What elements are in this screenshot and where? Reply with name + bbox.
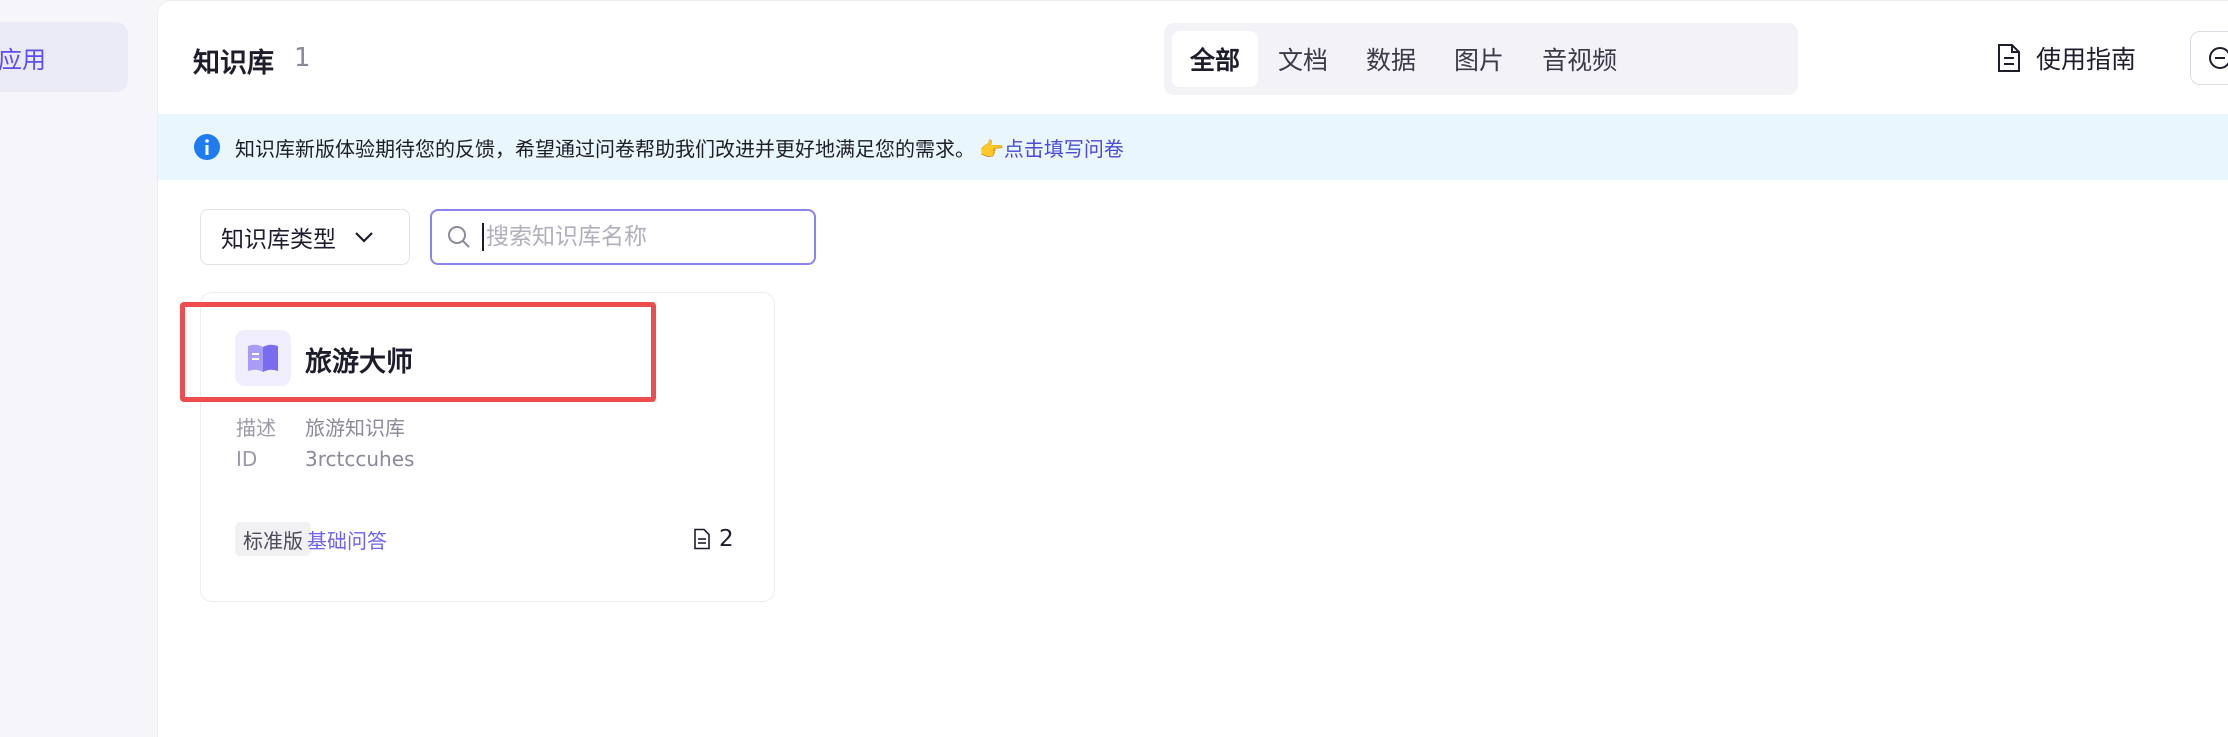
survey-link[interactable]: 👉点击填写问卷 — [979, 133, 1124, 162]
tab-all[interactable]: 全部 — [1172, 31, 1259, 87]
info-icon — [194, 134, 220, 160]
tab-audio-video[interactable]: 音视频 — [1524, 31, 1635, 87]
filter-label: 知识库类型 — [221, 227, 336, 253]
type-filter-dropdown[interactable]: 知识库类型 — [200, 209, 410, 265]
knowledge-base-card[interactable]: 旅游大师 描述 旅游知识库 ID 3rctccuhes 标准版 基础问答 2 — [200, 292, 775, 602]
page-title: 知识库 — [193, 48, 274, 79]
type-tabs: 全部 文档 数据 图片 音视频 — [1164, 23, 1798, 95]
type-tag: 基础问答 — [307, 528, 387, 553]
document-count: 2 — [693, 522, 734, 556]
book-icon — [235, 330, 291, 386]
description-label: 描述 — [236, 416, 276, 440]
guide-button[interactable]: 使用指南 — [1996, 35, 2136, 81]
tab-data[interactable]: 数据 — [1348, 31, 1434, 87]
tab-images[interactable]: 图片 — [1436, 31, 1522, 87]
main-panel: 知识库 1 全部 文档 数据 图片 音视频 使用指南 知识库新版体验期待您的反馈… — [157, 0, 2228, 737]
notice-text: 知识库新版体验期待您的反馈，希望通过问卷帮助我们改进并更好地满足您的需求。 — [235, 136, 975, 161]
edition-tag: 标准版 — [235, 522, 311, 556]
more-button[interactable] — [2190, 31, 2228, 85]
description-value: 旅游知识库 — [305, 416, 405, 440]
tab-documents[interactable]: 文档 — [1260, 31, 1346, 87]
card-title: 旅游大师 — [305, 347, 413, 378]
search-box[interactable] — [430, 209, 816, 265]
id-label: ID — [236, 447, 258, 471]
search-icon — [448, 226, 470, 248]
document-icon — [1998, 44, 2020, 72]
search-input[interactable] — [486, 224, 786, 250]
guide-label: 使用指南 — [2036, 45, 2137, 74]
sidebar-item-label: 应用 — [0, 45, 46, 74]
file-icon — [694, 528, 710, 550]
page-count: 1 — [294, 43, 311, 73]
settings-icon — [2209, 47, 2228, 69]
chevron-down-icon — [355, 232, 373, 243]
feedback-notice: 知识库新版体验期待您的反馈，希望通过问卷帮助我们改进并更好地满足您的需求。 👉点… — [158, 114, 2228, 180]
page-header: 知识库 1 全部 文档 数据 图片 音视频 使用指南 — [158, 1, 2228, 114]
text-caret — [482, 223, 484, 251]
id-value: 3rctccuhes — [305, 447, 415, 471]
sidebar-item-apps[interactable]: 应用 — [0, 22, 128, 92]
sidebar: 应用 — [0, 0, 156, 737]
document-count-value: 2 — [719, 526, 734, 552]
